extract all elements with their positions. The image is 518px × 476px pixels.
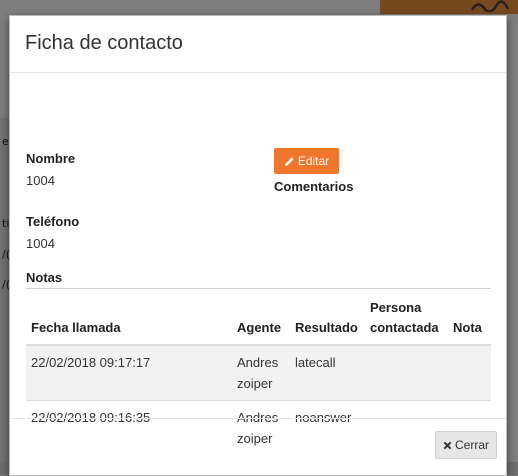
column-header-resultado: Resultado: [290, 294, 365, 346]
close-button[interactable]: Cerrar: [435, 431, 497, 459]
cell-nota: [448, 344, 491, 401]
modal-title: Ficha de contacto: [25, 32, 183, 54]
pencil-icon: [284, 156, 294, 166]
notas-label: Notas: [26, 270, 63, 285]
close-button-label: Cerrar: [454, 438, 489, 452]
cell-persona: [365, 344, 448, 401]
modal-footer: Cerrar: [10, 418, 506, 475]
telefono-value: 1004: [26, 236, 55, 251]
cell-fecha: 22/02/2018 09:17:17: [26, 344, 232, 401]
nombre-label: Nombre: [26, 151, 76, 166]
cell-agente: Andres zoiper: [232, 344, 290, 401]
comentarios-label: Comentarios: [274, 179, 354, 194]
table-row: 22/02/2018 09:17:17 Andres zoiper lateca…: [26, 344, 491, 401]
column-header-persona: Persona contactada: [365, 294, 448, 346]
contact-modal: Ficha de contacto Nombre 1004 Editar Com…: [9, 15, 507, 476]
cell-resultado: latecall: [290, 344, 365, 401]
modal-body: Nombre 1004 Editar Comentarios Teléfono …: [10, 73, 506, 455]
notas-divider: [26, 288, 491, 289]
edit-button[interactable]: Editar: [274, 148, 339, 174]
column-header-agente: Agente: [232, 294, 290, 346]
close-icon: [443, 441, 452, 449]
nombre-value: 1004: [26, 173, 55, 188]
column-header-fecha: Fecha llamada: [26, 294, 232, 346]
modal-header: Ficha de contacto: [10, 16, 506, 73]
telefono-label: Teléfono: [26, 214, 80, 229]
column-header-nota: Nota: [448, 294, 491, 346]
table-header-row: Fecha llamada Agente Resultado Persona c…: [26, 294, 491, 346]
edit-button-label: Editar: [297, 154, 330, 168]
